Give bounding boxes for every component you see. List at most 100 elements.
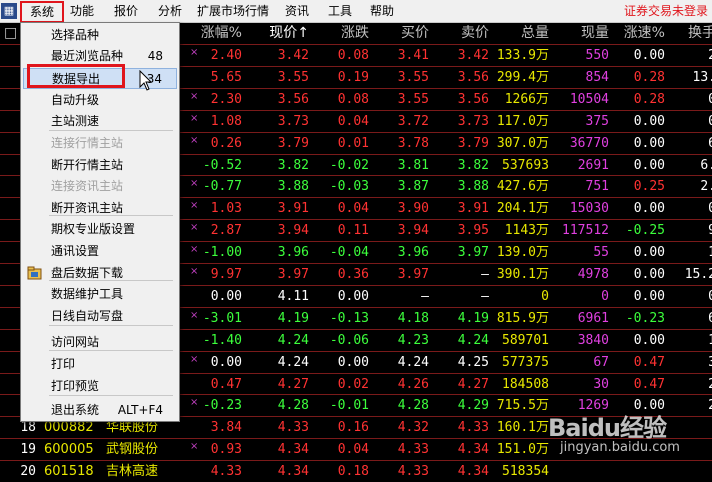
change-pct-cell: 0.47 xyxy=(210,376,242,392)
watermark-url: jingyan.baidu.com xyxy=(560,440,680,455)
change-cell: -0.06 xyxy=(329,332,369,348)
bid-cell: 3.87 xyxy=(397,179,429,195)
menu-item[interactable]: 打印 xyxy=(23,354,177,375)
menu-extended-market[interactable]: 扩展市场行情 xyxy=(197,3,269,19)
menu-help[interactable]: 帮助 xyxy=(370,3,394,19)
menu-item[interactable]: 通讯设置 xyxy=(23,241,177,262)
table-row[interactable]: 20 601518 吉林高速 4.33 4.34 0.18 4.33 4.34 518354 xyxy=(0,461,712,482)
menu-item[interactable]: 期权专业版设置 xyxy=(23,219,177,240)
turnover-cell: 6 xyxy=(654,308,712,329)
row-number: 20 xyxy=(20,464,36,480)
menu-analysis[interactable]: 分析 xyxy=(158,3,182,19)
change-cell: 0.00 xyxy=(337,288,369,304)
change-cell: 0.08 xyxy=(337,91,369,107)
volume-cell: 1266万 xyxy=(504,91,549,107)
menu-item[interactable]: 主站测速 xyxy=(23,111,177,132)
ask-cell: 3.56 xyxy=(457,91,489,107)
ask-cell: 4.34 xyxy=(457,464,489,480)
menu-item-label: 选择品种 xyxy=(51,28,100,42)
menu-system[interactable]: 系统 xyxy=(20,1,64,23)
change-cell: -0.03 xyxy=(329,179,369,195)
turnover-cell: 1 xyxy=(654,242,712,263)
change-pct-cell: 4.33 xyxy=(210,464,242,480)
change-cell: 0.36 xyxy=(337,267,369,282)
menu-item[interactable]: 断开资讯主站 xyxy=(23,198,177,219)
ask-cell: — xyxy=(481,267,489,282)
turnover-cell: 0 xyxy=(654,111,712,132)
change-pct-cell: 0.00 xyxy=(210,288,242,304)
login-status[interactable]: 证券交易未登录 xyxy=(624,3,708,19)
ask-cell: 4.29 xyxy=(457,398,489,414)
menu-item-label: 连接行情主站 xyxy=(51,136,124,150)
menu-item[interactable]: 打印预览 xyxy=(23,376,177,397)
change-pct-cell: 5.65 xyxy=(210,69,242,85)
column-header[interactable]: 买价 xyxy=(367,23,429,44)
column-header[interactable]: 换手 xyxy=(654,23,712,44)
change-cell: 0.02 xyxy=(337,376,369,392)
change-pct-cell: -1.00 xyxy=(202,245,242,261)
column-header[interactable]: 现量 xyxy=(547,23,609,44)
stock-code[interactable]: 600005 xyxy=(44,439,104,460)
bid-cell: 4.33 xyxy=(397,464,429,480)
current-volume-cell: 375 xyxy=(585,113,609,129)
current-volume-cell: 550 xyxy=(585,48,609,63)
price-cell: 4.24 xyxy=(277,354,309,370)
volume-cell: 160.1万 xyxy=(496,420,549,436)
column-header[interactable]: 总量 xyxy=(487,23,549,44)
menu-item[interactable]: 访问网站 xyxy=(23,332,177,353)
change-pct-cell: 3.84 xyxy=(210,420,242,436)
current-volume-cell: 751 xyxy=(585,179,609,195)
stock-name[interactable]: 吉林高速 xyxy=(106,461,184,482)
column-header[interactable]: 现价↑ xyxy=(247,23,309,44)
menu-item[interactable]: 自动升级 xyxy=(23,90,177,111)
volume-cell: 299.4万 xyxy=(496,69,549,85)
ask-cell: 3.82 xyxy=(457,157,489,173)
turnover-cell: 0 xyxy=(654,198,712,219)
menu-item[interactable]: 盘后数据下载 xyxy=(23,263,177,284)
column-header[interactable]: 卖价 xyxy=(427,23,489,44)
column-header[interactable]: 涨跌 xyxy=(307,23,369,44)
menu-item-label: 断开行情主站 xyxy=(51,158,124,172)
menu-item-label: 盘后数据下载 xyxy=(51,266,124,280)
turnover-cell: 1 xyxy=(654,330,712,351)
menu-item[interactable]: 日线自动写盘 xyxy=(23,306,177,327)
menu-item[interactable]: 选择品种 xyxy=(23,25,177,46)
column-header[interactable]: 涨幅% xyxy=(180,23,242,44)
current-volume-cell: 36770 xyxy=(569,135,609,151)
stock-name[interactable]: 武钢股份 xyxy=(106,439,184,460)
volume-cell: 1143万 xyxy=(504,223,549,239)
change-pct-cell: 2.40 xyxy=(210,48,242,63)
change-cell: 0.19 xyxy=(337,69,369,85)
menu-item: 连接行情主站 xyxy=(23,133,177,154)
ask-cell: 4.25 xyxy=(457,354,489,370)
turnover-cell: 2. xyxy=(700,179,712,195)
change-pct-cell: 9.97 xyxy=(210,267,242,282)
menu-item[interactable]: 退出系统 ALT+F4 xyxy=(23,400,177,421)
menu-info[interactable]: 资讯 xyxy=(285,3,309,19)
watermark-logo: Baidu经验 xyxy=(548,414,667,442)
turnover-cell: 2 xyxy=(654,374,712,395)
change-cell: 0.18 xyxy=(337,464,369,480)
menu-item[interactable]: 数据维护工具 xyxy=(23,284,177,305)
bid-cell: 4.24 xyxy=(397,354,429,370)
turnover-cell: 13. xyxy=(692,69,712,85)
menu-item[interactable]: 断开行情主站 xyxy=(23,155,177,176)
menu-tools[interactable]: 工具 xyxy=(328,3,352,19)
turnover-cell: 0 xyxy=(654,286,712,307)
volume-cell: 151.0万 xyxy=(496,442,549,458)
bid-cell: 4.32 xyxy=(397,420,429,436)
menu-quote[interactable]: 报价 xyxy=(114,3,138,19)
app-logo-icon[interactable]: ▦ xyxy=(1,3,17,19)
ask-cell: 3.97 xyxy=(457,245,489,261)
menu-item-label: 打印预览 xyxy=(51,379,100,393)
stock-code[interactable]: 601518 xyxy=(44,461,104,482)
change-cell: 0.00 xyxy=(337,354,369,370)
change-cell: 0.11 xyxy=(337,223,369,239)
price-cell: 3.79 xyxy=(277,135,309,151)
menu-function[interactable]: 功能 xyxy=(70,3,94,19)
change-cell: -0.13 xyxy=(329,310,369,326)
current-volume-cell: 854 xyxy=(585,69,609,85)
volume-cell: 715.5万 xyxy=(496,398,549,414)
price-cell: 4.34 xyxy=(277,442,309,458)
price-cell: 3.55 xyxy=(277,69,309,85)
